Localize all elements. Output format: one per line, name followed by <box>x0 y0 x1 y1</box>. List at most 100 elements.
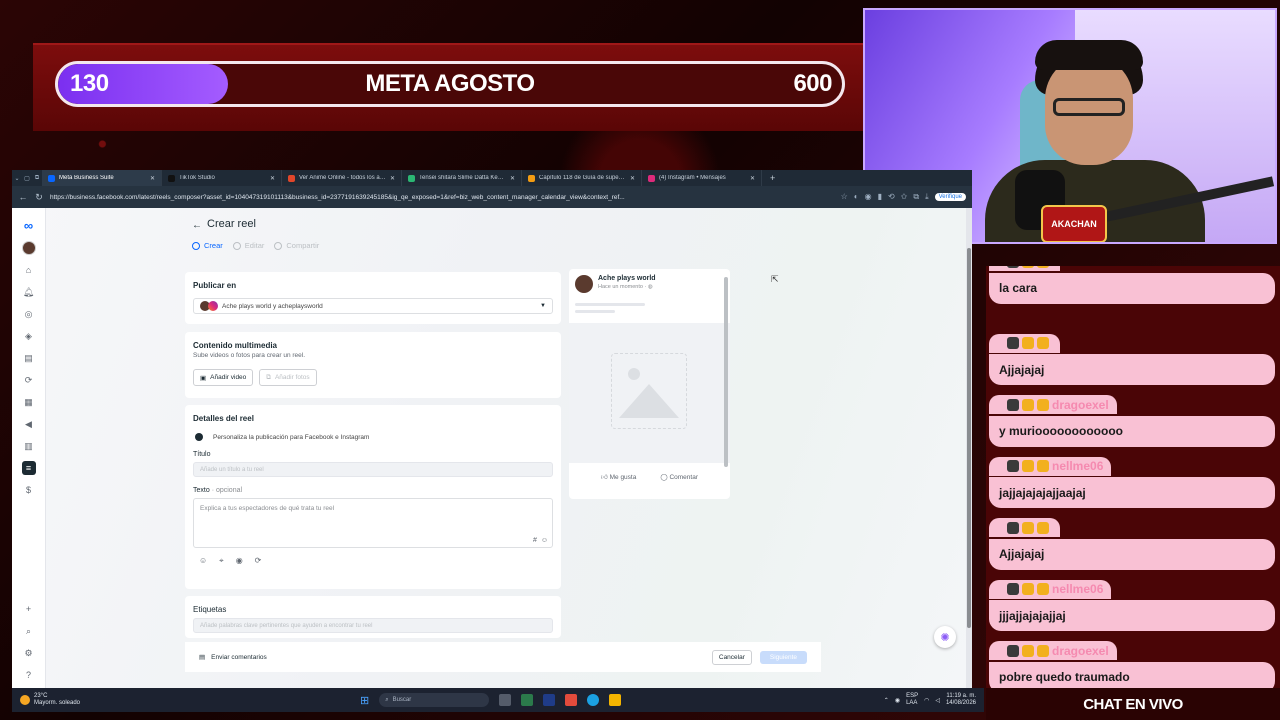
browser-tab[interactable]: (4) Instagram • Mensajes ✕ <box>642 170 762 186</box>
text-input[interactable]: Explica a tus espectadores de qué trata … <box>193 498 553 548</box>
download-icon[interactable]: ⤓ <box>925 192 929 202</box>
browser-tab[interactable]: Ver Anime Online - todos los anim ✕ <box>282 170 402 186</box>
close-tab-icon[interactable]: ✕ <box>270 175 275 182</box>
badge-icon <box>1037 266 1049 268</box>
step-circle-icon <box>274 241 283 250</box>
preview-scrollbar[interactable] <box>724 277 728 467</box>
badge-icon <box>1022 521 1034 534</box>
badge-icon <box>1037 521 1049 534</box>
close-tab-icon[interactable]: ✕ <box>630 175 635 182</box>
tray-app-icon[interactable]: ◉ <box>895 697 900 704</box>
ai-assistant-icon[interactable]: ✺ <box>934 626 956 648</box>
wifi-icon[interactable]: ◠ <box>924 697 929 704</box>
url-field[interactable]: https://business.facebook.com/latest/ree… <box>50 194 835 201</box>
chevron-down-icon: ▼ <box>540 303 546 309</box>
chat-message: dragoexel pobre quedo traumado <box>989 641 1275 688</box>
inbox-icon[interactable]: ▤ <box>22 351 36 365</box>
meta-logo-icon[interactable]: ∞ <box>24 218 33 233</box>
menu-icon[interactable]: ≡ <box>21 461 36 475</box>
extension-icon[interactable]: ◉ <box>865 192 872 202</box>
chat-text: Ajjajajaj <box>989 538 1275 570</box>
tags-input[interactable]: Añade palabras clave pertinentes que ayu… <box>193 618 553 633</box>
volume-icon[interactable]: ◁ <box>935 697 940 704</box>
toggle-icon[interactable] <box>195 433 203 441</box>
step-share[interactable]: Compartir <box>274 241 319 250</box>
personalize-toggle-row[interactable]: Personaliza la publicación para Facebook… <box>193 433 553 441</box>
ads-icon[interactable]: ◀ <box>22 417 36 431</box>
notifications-icon[interactable]: 🔔︎ <box>22 285 36 299</box>
collab-icon[interactable]: ⟳ <box>255 556 262 566</box>
add-icon[interactable]: + <box>22 602 36 616</box>
channel-logo: AKACHAN <box>1041 205 1107 242</box>
planner-icon[interactable]: ◎ <box>22 307 36 321</box>
browser-tab[interactable]: TikTok Studio ✕ <box>162 170 282 186</box>
language-indicator[interactable]: ESP LAA <box>906 693 918 707</box>
calendar-icon[interactable]: ▦ <box>22 395 36 409</box>
activity-icon[interactable]: ⟳ <box>22 373 36 387</box>
hashtag-icon[interactable]: # <box>533 537 537 544</box>
next-button[interactable]: Siguiente <box>759 650 807 664</box>
app-icon[interactable] <box>521 694 534 706</box>
workspaces-icon[interactable]: ▢ <box>22 175 32 182</box>
weather-widget[interactable]: 23°C Mayorm. soleado <box>20 693 360 707</box>
task-view-icon[interactable] <box>499 694 512 706</box>
settings-icon[interactable]: ⚙︎ <box>22 646 36 660</box>
left-nav: ∞ ⌂ 🔔︎ ◎ ◈ ▤ ⟳ ▦ ◀ ▥ ≡ $ + ⌕ ⚙︎ ? <box>12 208 46 688</box>
home-icon[interactable]: ⌂ <box>22 263 36 277</box>
insights-icon[interactable]: ▥ <box>22 439 36 453</box>
edge-icon[interactable] <box>587 694 600 706</box>
help-icon[interactable]: ? <box>22 668 36 682</box>
account-avatar[interactable] <box>21 241 36 255</box>
content-icon[interactable]: ◈ <box>22 329 36 343</box>
preview-time: Hace un momento · ◍ <box>598 284 653 290</box>
extension-icon[interactable]: ▮ <box>878 192 882 202</box>
taskbar-clock[interactable]: 11:19 a. m. 14/08/2026 <box>946 693 976 707</box>
favorite-star-icon[interactable]: ☆ <box>841 192 848 202</box>
new-tab-button[interactable]: + <box>762 173 783 183</box>
page-scrollbar[interactable] <box>966 208 972 688</box>
tray-chevron-icon[interactable]: ⌃ <box>884 697 889 704</box>
monetization-icon[interactable]: $ <box>22 483 36 497</box>
close-tab-icon[interactable]: ✕ <box>750 175 755 182</box>
obs-icon[interactable] <box>565 694 578 706</box>
step-edit[interactable]: Editar <box>232 241 264 250</box>
browser-tab[interactable]: Meta Business Suite ✕ <box>42 170 162 186</box>
verify-button[interactable]: Verifique <box>934 193 966 201</box>
add-video-button[interactable]: ▣ Añadir video <box>193 369 254 386</box>
search-icon[interactable]: ⌕ <box>22 624 36 638</box>
extension-icon[interactable]: ◐ <box>854 192 859 202</box>
location-icon[interactable]: ⌖ <box>219 556 224 566</box>
media-card: Contenido multimedia Sube videos o fotos… <box>185 332 561 398</box>
video-icon: ▣ <box>200 374 207 382</box>
badge-icon <box>1007 521 1019 534</box>
close-tab-icon[interactable]: ✕ <box>150 175 155 182</box>
title-input[interactable]: Añade un título a tu reel <box>193 462 553 477</box>
back-arrow-icon[interactable]: ← <box>192 220 202 231</box>
goal-target-value: 600 <box>793 70 832 97</box>
close-tab-icon[interactable]: ✕ <box>510 175 515 182</box>
cancel-button[interactable]: Cancelar <box>711 649 752 665</box>
tab-list-icon[interactable]: ⌄ <box>12 175 22 182</box>
favorites-icon[interactable]: ✩ <box>901 192 908 202</box>
windows-start-icon[interactable]: ⊞ <box>360 694 369 707</box>
sync-icon[interactable]: ⟲ <box>888 192 895 202</box>
emoji-icon[interactable]: ☺ <box>541 537 548 544</box>
back-icon[interactable]: ← <box>18 192 28 202</box>
browser-tab[interactable]: Tensei shitara Slime Datta Ken 4th ✕ <box>402 170 522 186</box>
browser-window: ⌄ ▢ ⧉ Meta Business Suite ✕ TikTok Studio ✕… <box>12 170 972 688</box>
collections-icon[interactable]: ⧉ <box>913 192 919 202</box>
browser-tab[interactable]: Capítulo 118 de Guía de supervivi ✕ <box>522 170 642 186</box>
refresh-icon[interactable]: ↻ <box>34 192 44 203</box>
feeling-icon[interactable]: ◉ <box>236 556 243 566</box>
file-explorer-icon[interactable] <box>609 694 622 706</box>
photoshop-icon[interactable] <box>543 694 556 706</box>
close-tab-icon[interactable]: ✕ <box>390 175 395 182</box>
tag-people-icon[interactable]: ☺ <box>199 556 207 566</box>
add-photos-button[interactable]: ⧉ Añadir fotos <box>259 369 317 386</box>
step-create[interactable]: Crear <box>192 241 223 250</box>
send-feedback-link[interactable]: ▤ Enviar comentarios <box>199 653 712 662</box>
publish-title: Publicar en <box>193 281 237 290</box>
account-select[interactable]: Ache plays world y acheplaysworld ▼ <box>193 298 553 314</box>
tab-actions-icon[interactable]: ⧉ <box>32 175 42 182</box>
taskbar-search[interactable]: ⌕ Buscar <box>379 693 490 707</box>
